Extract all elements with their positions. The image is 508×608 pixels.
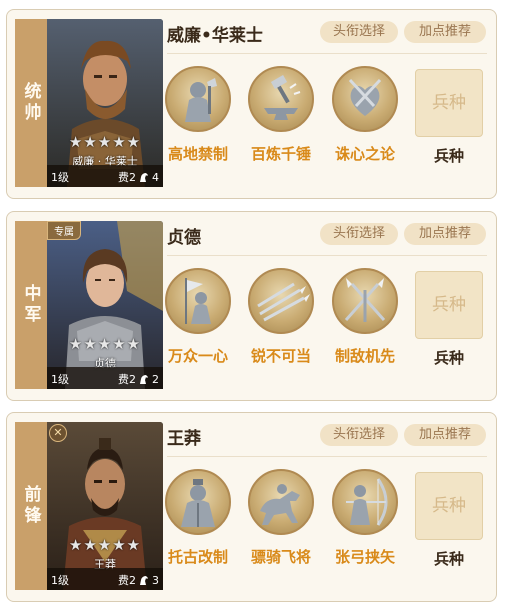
skill-slot[interactable]: 张弓挟矢	[325, 469, 405, 567]
spear-rush-icon	[248, 268, 314, 334]
cost-info: 费2 2	[118, 371, 159, 387]
star-rating: ★★★★★	[68, 536, 142, 554]
troop-slot[interactable]: 兵种	[415, 472, 483, 540]
star-rating: ★★★★★	[68, 335, 142, 353]
horse-icon	[140, 375, 148, 384]
troop-label: 兵种	[433, 147, 464, 165]
point-recommend-button[interactable]: 加点推荐	[404, 424, 486, 446]
cost-text: 费2	[118, 574, 136, 587]
role-label: 前锋	[15, 422, 47, 590]
skill-slot[interactable]: 骠骑飞将	[241, 469, 321, 567]
cost-text: 费2	[118, 171, 136, 184]
hero-card-center: 中军 专属 ★★★★★ 贞德 1级 费2 2 贞德 头衔选择 加点推荐 万众一心…	[6, 211, 497, 401]
horse-icon	[140, 576, 148, 585]
hero-name: 贞德	[167, 228, 201, 248]
divider	[167, 456, 487, 457]
skill-slot[interactable]: 锐不可当	[241, 268, 321, 366]
skill-name: 百炼千锤	[250, 145, 311, 163]
role-label: 中军	[15, 221, 47, 389]
level-text: 1级	[51, 171, 69, 184]
cost-text: 费2	[118, 373, 136, 386]
divider	[167, 255, 487, 256]
hero-portrait[interactable]: ★★★★★ 威廉 · 华莱士 1级 费2 4	[47, 19, 163, 187]
role-label: 统帅	[15, 19, 47, 187]
skill-name: 锐不可当	[250, 347, 311, 365]
star-rating: ★★★★★	[68, 133, 142, 151]
charging-horse-icon	[248, 469, 314, 535]
troop-slot[interactable]: 兵种	[415, 271, 483, 339]
hero-portrait[interactable]: 专属 ★★★★★ 贞德 1级 费2 2	[47, 221, 163, 389]
hero-name: 王莽	[167, 429, 201, 449]
hero-portrait[interactable]: ✕ ★★★★★ 王莽 1级 费2 3	[47, 422, 163, 590]
title-select-button[interactable]: 头衔选择	[320, 21, 398, 43]
title-select-button[interactable]: 头衔选择	[320, 223, 398, 245]
troop-label: 兵种	[433, 550, 464, 568]
knight-axe-icon	[165, 66, 231, 132]
skill-slot[interactable]: 万众一心	[158, 268, 238, 366]
divider	[167, 53, 487, 54]
heart-swords-icon	[332, 66, 398, 132]
skill-name: 张弓挟矢	[334, 548, 395, 566]
skill-slot[interactable]: 托古改制	[158, 469, 238, 567]
banner-maiden-icon	[165, 268, 231, 334]
horse-count: 2	[152, 372, 159, 386]
portrait-info-bar: 1级 费2 3	[47, 568, 163, 590]
skill-name: 诛心之论	[334, 145, 395, 163]
portrait-info-bar: 1级 费2 2	[47, 367, 163, 389]
hero-card-vanguard: 前锋 ✕ ★★★★★ 王莽 1级 费2 3 王莽 头衔选择 加点推荐 托古改制 …	[6, 412, 497, 602]
level-text: 1级	[51, 373, 69, 386]
skill-slot[interactable]: 百炼千锤	[241, 66, 321, 164]
skill-name: 万众一心	[167, 347, 228, 365]
troop-slot[interactable]: 兵种	[415, 69, 483, 137]
point-recommend-button[interactable]: 加点推荐	[404, 223, 486, 245]
anvil-hammer-icon	[248, 66, 314, 132]
title-select-button[interactable]: 头衔选择	[320, 424, 398, 446]
horse-count: 4	[152, 170, 159, 184]
exclusive-tag: 专属	[47, 221, 81, 240]
horse-count: 3	[152, 573, 159, 587]
level-text: 1级	[51, 574, 69, 587]
troop-label: 兵种	[433, 349, 464, 367]
skill-name: 托古改制	[167, 548, 228, 566]
skill-slot[interactable]: 诛心之论	[325, 66, 405, 164]
close-badge-icon: ✕	[49, 424, 67, 442]
skill-name: 高地禁制	[167, 145, 228, 163]
cost-info: 费2 3	[118, 572, 159, 588]
cost-info: 费2 4	[118, 169, 159, 185]
hero-name: 威廉•华莱士	[167, 26, 263, 46]
hero-card-commander: 统帅 ★★★★★ 威廉 · 华莱士 1级 费2 4 威廉•华莱士 头衔选择 加点…	[6, 9, 497, 199]
portrait-info-bar: 1级 费2 4	[47, 165, 163, 187]
skill-name: 骠骑飞将	[250, 548, 311, 566]
skill-slot[interactable]: 高地禁制	[158, 66, 238, 164]
crossed-spears-icon	[332, 268, 398, 334]
skill-name: 制敌机先	[334, 347, 395, 365]
horse-icon	[140, 173, 148, 182]
archer-bow-icon	[332, 469, 398, 535]
skill-slot[interactable]: 制敌机先	[325, 268, 405, 366]
official-robe-icon	[165, 469, 231, 535]
point-recommend-button[interactable]: 加点推荐	[404, 21, 486, 43]
